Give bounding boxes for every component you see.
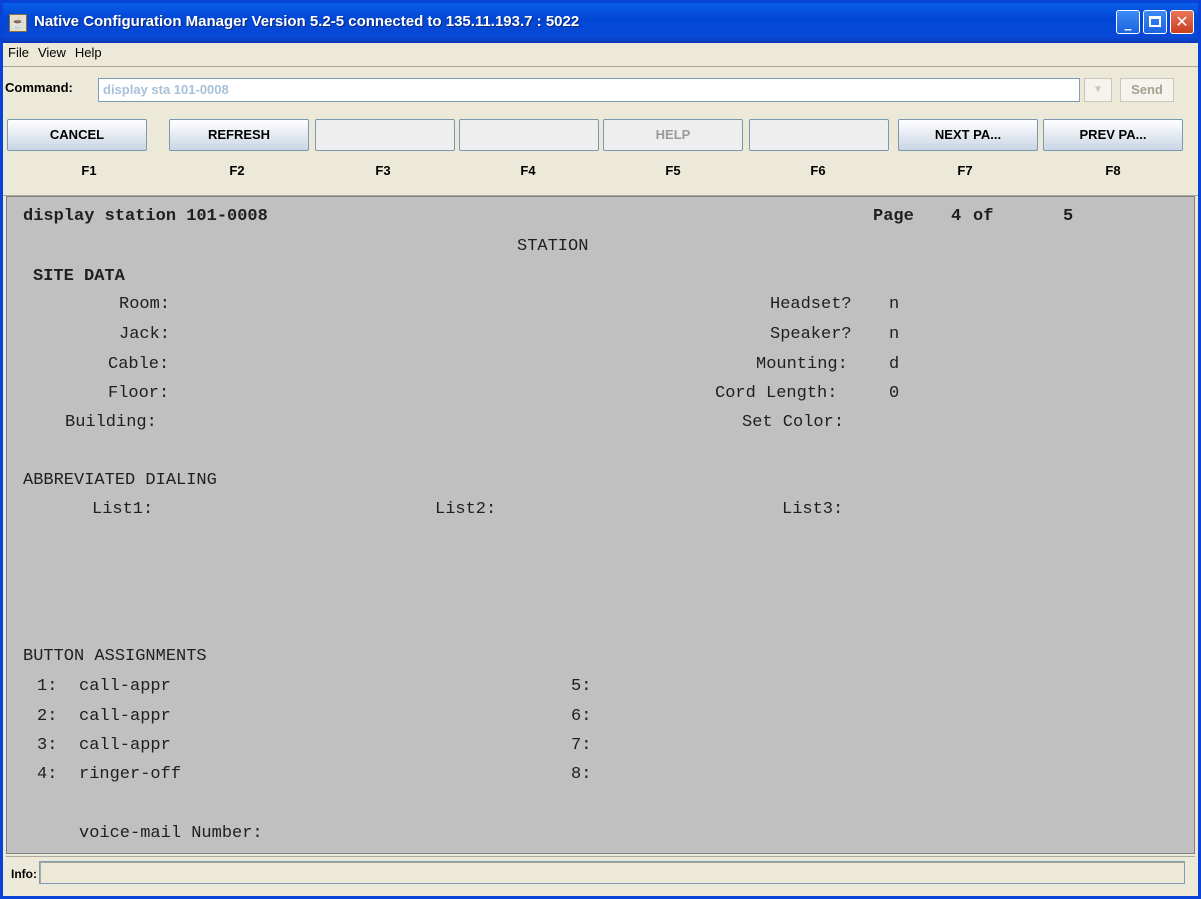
set-color-label: Set Color: (742, 413, 845, 432)
send-button[interactable]: Send (1120, 78, 1174, 102)
command-label: Command: (5, 80, 73, 95)
speaker-label: Speaker? (770, 325, 852, 344)
button-number: 5: (571, 677, 592, 696)
chevron-down-icon: ▼ (1093, 84, 1103, 95)
maximize-icon (1149, 16, 1161, 27)
page-current: 4 (951, 207, 962, 226)
command-bar: Command: display sta 101-0008 ▼ Send (3, 66, 1198, 116)
cable-label: Cable: (108, 355, 170, 374)
button-number: 1: (37, 677, 58, 696)
cancel-button[interactable]: CANCEL (7, 119, 147, 151)
app-window: ☕ Native Configuration Manager Version 5… (0, 0, 1201, 899)
mounting-label: Mounting: (756, 355, 848, 374)
cord-length-label: Cord Length: (715, 384, 838, 403)
headset-label: Headset? (770, 295, 852, 314)
page-of-label: of (973, 207, 994, 226)
button-number: 7: (571, 736, 592, 755)
floor-label: Floor: (108, 384, 170, 403)
f3-button[interactable] (315, 119, 455, 151)
minimize-icon: _ (1124, 15, 1132, 31)
button-number: 2: (37, 707, 58, 726)
command-history-dropdown[interactable]: ▼ (1084, 78, 1112, 102)
f8-key-label: F8 (1105, 163, 1121, 178)
page-label: Page (873, 207, 914, 226)
abbreviated-dialing-heading: ABBREVIATED DIALING (23, 471, 217, 490)
site-data-heading: SITE DATA (33, 267, 125, 286)
f6-button[interactable] (749, 119, 889, 151)
screen-command-header: display station 101-0008 (23, 207, 268, 226)
terminal-form-screen[interactable]: display station 101-0008 Page 4 of 5 STA… (6, 196, 1195, 854)
headset-field[interactable]: n (889, 295, 899, 315)
command-input[interactable]: display sta 101-0008 (98, 78, 1080, 102)
java-cup-icon[interactable]: ☕ (9, 14, 27, 32)
list1-label: List1: (92, 500, 154, 519)
info-label: Info: (11, 867, 37, 881)
page-total: 5 (1063, 207, 1074, 226)
button-assignment-field[interactable]: call-appr (79, 736, 171, 756)
info-field (39, 861, 1185, 884)
button-assignment-field[interactable]: ringer-off (79, 765, 181, 785)
maximize-button[interactable] (1143, 10, 1167, 34)
next-page-button[interactable]: NEXT PA... (898, 119, 1038, 151)
button-assignment-field[interactable]: call-appr (79, 707, 171, 727)
refresh-button[interactable]: REFRESH (169, 119, 309, 151)
menu-view[interactable]: View (33, 43, 70, 60)
menu-help[interactable]: Help (70, 43, 106, 60)
f3-key-label: F3 (375, 163, 391, 178)
room-label: Room: (119, 295, 171, 314)
form-title: STATION (517, 237, 589, 256)
button-assignment-field[interactable]: call-appr (79, 677, 171, 697)
f5-key-label: F5 (665, 163, 681, 178)
info-bar: Info: (6, 856, 1195, 890)
button-number: 4: (37, 765, 58, 784)
button-number: 8: (571, 765, 592, 784)
menu-bar: File View Help (3, 43, 1198, 65)
list2-label: List2: (435, 500, 497, 519)
button-number: 3: (37, 736, 58, 755)
button-assignments-heading: BUTTON ASSIGNMENTS (23, 647, 207, 666)
close-icon: ✕ (1175, 12, 1189, 31)
f1-key-label: F1 (81, 163, 97, 178)
window-title: Native Configuration Manager Version 5.2… (34, 13, 580, 30)
prev-page-button[interactable]: PREV PA... (1043, 119, 1183, 151)
speaker-field[interactable]: n (889, 325, 899, 345)
voice-mail-number-label: voice-mail Number: (79, 824, 263, 843)
list3-label: List3: (782, 500, 844, 519)
function-key-bar: CANCEL REFRESH HELP NEXT PA... PREV PA..… (3, 115, 1198, 196)
f2-key-label: F2 (229, 163, 245, 178)
building-label: Building: (65, 413, 157, 432)
button-number: 6: (571, 707, 592, 726)
cord-length-field[interactable]: 0 (889, 384, 899, 404)
mounting-field[interactable]: d (889, 355, 899, 375)
f7-key-label: F7 (957, 163, 973, 178)
help-button[interactable]: HELP (603, 119, 743, 151)
f6-key-label: F6 (810, 163, 826, 178)
f4-button[interactable] (459, 119, 599, 151)
minimize-button[interactable]: _ (1116, 10, 1140, 34)
f4-key-label: F4 (520, 163, 536, 178)
close-button[interactable]: ✕ (1170, 10, 1194, 34)
jack-label: Jack: (119, 325, 171, 344)
title-bar[interactable]: ☕ Native Configuration Manager Version 5… (3, 3, 1198, 43)
menu-file[interactable]: File (3, 43, 33, 60)
